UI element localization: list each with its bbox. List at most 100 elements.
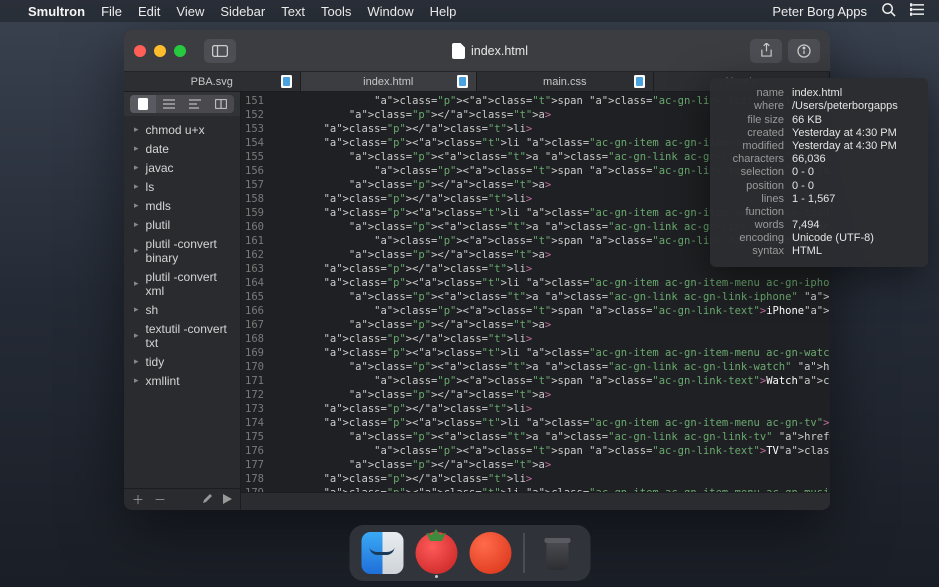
sidebar-view-columns-icon[interactable]	[208, 95, 234, 113]
disclosure-icon: ▸	[134, 181, 139, 192]
dock-finder-icon[interactable]	[361, 532, 403, 574]
sidebar-view-segmented[interactable]	[124, 92, 240, 116]
info-value: HTML	[792, 245, 918, 257]
window-title-text: index.html	[471, 44, 528, 58]
disclosure-icon: ▸	[134, 278, 139, 289]
tab-label: PBA.svg	[191, 76, 233, 88]
sidebar-item-label: chmod u+x	[146, 123, 205, 137]
dock-app-icon[interactable]	[469, 532, 511, 574]
info-label: where	[720, 100, 784, 112]
menu-view[interactable]: View	[176, 4, 204, 19]
disclosure-icon: ▸	[134, 304, 139, 315]
info-label: function	[720, 206, 784, 218]
info-label: selection	[720, 166, 784, 178]
sidebar-item-label: javac	[146, 161, 174, 175]
info-row: file size66 KB	[720, 114, 918, 126]
menu-window[interactable]: Window	[367, 4, 413, 19]
info-label: characters	[720, 153, 784, 165]
disclosure-icon: ▸	[134, 124, 139, 135]
info-row: encoding Unicode (UTF-8)	[720, 232, 918, 244]
tab-pba-svg[interactable]: PBA.svg	[124, 72, 301, 91]
menu-text[interactable]: Text	[281, 4, 305, 19]
sidebar-item[interactable]: ▸ chmod u+x	[124, 120, 240, 139]
sidebar-item[interactable]: ▸ tidy	[124, 352, 240, 371]
sidebar-item-label: plutil	[146, 218, 171, 232]
sidebar-edit-icon[interactable]	[202, 493, 213, 507]
spotlight-search-icon[interactable]	[881, 2, 896, 20]
sidebar-item-label: xmllint	[146, 374, 180, 388]
info-label: words	[720, 219, 784, 231]
sidebar-item[interactable]: ▸mdls	[124, 196, 240, 215]
tab-index-html[interactable]: index.html	[301, 72, 478, 91]
menu-edit[interactable]: Edit	[138, 4, 160, 19]
info-value: 0 - 0	[792, 180, 918, 192]
sidebar-add-button[interactable]: ＋	[132, 491, 144, 508]
dock	[349, 525, 590, 581]
sidebar-toggle-button[interactable]	[204, 39, 236, 63]
system-menubar: Smultron File Edit View Sidebar Text Tools Win…	[0, 0, 939, 22]
disclosure-icon: ▸	[134, 330, 139, 341]
tab-main-css[interactable]: main.css	[477, 72, 654, 91]
info-row: words 7,494	[720, 219, 918, 231]
sidebar-view-paragraph-icon[interactable]	[182, 95, 208, 113]
titlebar[interactable]: index.html	[124, 30, 830, 72]
sidebar-item[interactable]: ▸plutil -convert binary	[124, 234, 240, 267]
menu-file[interactable]: File	[101, 4, 122, 19]
info-row: modified Yesterday at 4:30 PM	[720, 140, 918, 152]
info-value: 0 - 0	[792, 166, 918, 178]
info-value: /Users/peterborgapps	[792, 100, 918, 112]
info-label: created	[720, 127, 784, 139]
app-menu[interactable]: Smultron	[28, 4, 85, 19]
sidebar-item-label: mdls	[146, 199, 171, 213]
menu-help[interactable]: Help	[430, 4, 457, 19]
sidebar-item[interactable]: ▸textutil -convert txt	[124, 319, 240, 352]
sidebar-item[interactable]: ▸xmllint	[124, 371, 240, 390]
share-button[interactable]	[750, 39, 782, 63]
sidebar-view-lines-icon[interactable]	[156, 95, 182, 113]
info-value: 66 KB	[792, 114, 918, 126]
sidebar-item[interactable]: ▸sh	[124, 300, 240, 319]
info-value: Yesterday at 4:30 PM	[792, 140, 918, 152]
sidebar-view-files-icon[interactable]	[130, 95, 156, 113]
menu-sidebar[interactable]: Sidebar	[220, 4, 265, 19]
window-close-button[interactable]	[134, 45, 146, 57]
sidebar-item[interactable]: ▸ plutil	[124, 215, 240, 234]
info-label: position	[720, 180, 784, 192]
sidebar-item[interactable]: ▸ plutil -convert xml	[124, 267, 240, 300]
info-value: 7,494	[792, 219, 918, 231]
menu-tools[interactable]: Tools	[321, 4, 351, 19]
disclosure-icon: ▸	[134, 162, 139, 173]
sidebar-run-icon[interactable]	[223, 493, 232, 507]
disclosure-icon: ▸	[134, 143, 139, 154]
window-zoom-button[interactable]	[174, 45, 186, 57]
dock-trash-icon[interactable]	[536, 532, 578, 574]
sidebar-item[interactable]: ▸ javac	[124, 158, 240, 177]
info-label: name	[720, 87, 784, 99]
file-type-icon	[281, 75, 292, 88]
sidebar-item[interactable]: ▸ls	[124, 177, 240, 196]
document-icon	[452, 43, 465, 59]
sidebar-footer: ＋ －	[124, 488, 240, 510]
info-value: 1 - 1,567	[792, 193, 918, 205]
sidebar-item-label: tidy	[146, 355, 165, 369]
info-label: syntax	[720, 245, 784, 257]
file-type-icon	[457, 75, 468, 88]
dock-smultron-icon[interactable]	[415, 532, 457, 574]
info-label: modified	[720, 140, 784, 152]
window-title: index.html	[236, 43, 744, 59]
info-row: lines1 - 1,567	[720, 193, 918, 205]
sidebar-item-label: plutil -convert xml	[146, 270, 230, 298]
menubar-list-icon[interactable]	[910, 3, 925, 19]
info-value: Unicode (UTF-8)	[792, 232, 918, 244]
window-minimize-button[interactable]	[154, 45, 166, 57]
info-value	[792, 206, 918, 218]
menubar-right-app[interactable]: Peter Borg Apps	[772, 4, 867, 19]
disclosure-icon: ▸	[134, 219, 139, 230]
sidebar-remove-button[interactable]: －	[154, 491, 166, 508]
sidebar-item[interactable]: ▸date	[124, 139, 240, 158]
info-label: encoding	[720, 232, 784, 244]
info-button[interactable]	[788, 39, 820, 63]
info-row: nameindex.html	[720, 87, 918, 99]
info-value: 66,036	[792, 153, 918, 165]
disclosure-icon: ▸	[134, 356, 139, 367]
